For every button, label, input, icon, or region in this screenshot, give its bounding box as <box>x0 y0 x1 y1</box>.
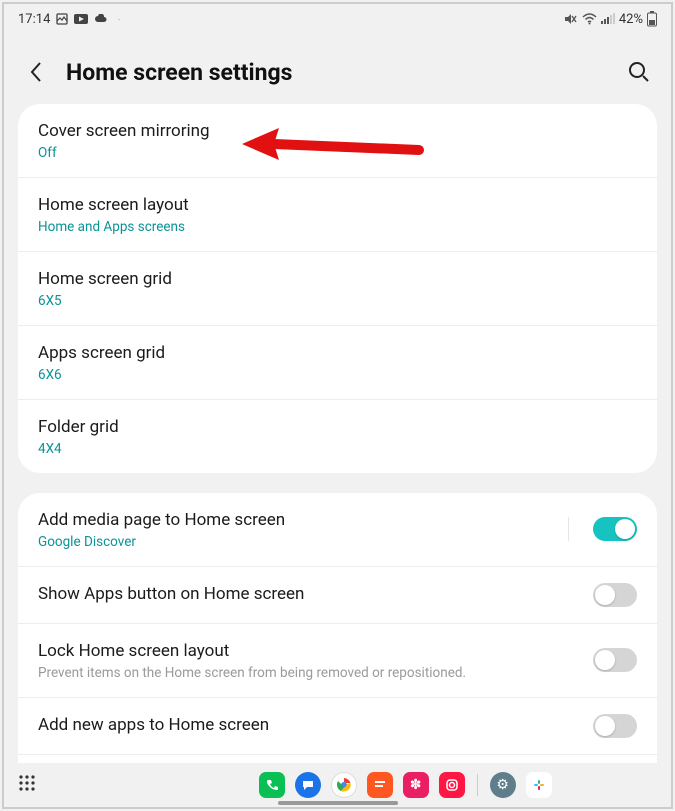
cloud-icon <box>94 14 108 24</box>
item-value: 6X5 <box>38 293 637 309</box>
apps-drawer-button[interactable] <box>18 774 36 796</box>
item-value: Home and Apps screens <box>38 219 637 235</box>
status-bar: 17:14 • 42% <box>4 4 671 34</box>
item-add-media-page[interactable]: Add media page to Home screen Google Dis… <box>18 493 657 567</box>
more-notif-icon: • <box>118 17 119 22</box>
item-title: Show Apps button on Home screen <box>38 583 583 606</box>
item-title: Apps screen grid <box>38 342 637 365</box>
settings-group-2: Add media page to Home screen Google Dis… <box>18 493 657 809</box>
battery-pct: 42% <box>619 12 643 27</box>
battery-icon <box>647 11 657 27</box>
item-title: Folder grid <box>38 416 637 439</box>
home-gesture-handle[interactable] <box>278 801 398 805</box>
item-title: Home screen grid <box>38 268 637 291</box>
page-header: Home screen settings <box>4 34 671 104</box>
item-value: 6X6 <box>38 367 637 383</box>
app-instagram-icon[interactable] <box>439 772 465 798</box>
clock: 17:14 <box>18 12 50 27</box>
toggle-add-new-apps[interactable] <box>593 714 637 738</box>
app-todoist-icon[interactable] <box>367 772 393 798</box>
item-add-new-apps[interactable]: Add new apps to Home screen <box>18 698 657 755</box>
search-icon <box>628 61 650 83</box>
item-value: Off <box>38 145 637 161</box>
wifi-icon <box>582 13 597 25</box>
settings-group-1: Cover screen mirroring Off Home screen l… <box>18 104 657 473</box>
mute-icon <box>564 13 578 25</box>
nav-separator <box>477 774 478 796</box>
youtube-icon <box>74 14 88 24</box>
toggle-show-apps[interactable] <box>593 583 637 607</box>
nav-bar: ✽ ⚙ <box>4 763 671 807</box>
item-apps-screen-grid[interactable]: Apps screen grid 6X6 <box>18 326 657 400</box>
chevron-left-icon <box>29 61 43 83</box>
apps-grid-icon <box>18 774 36 792</box>
item-title: Lock Home screen layout <box>38 640 583 663</box>
item-title: Cover screen mirroring <box>38 120 637 143</box>
item-title: Add media page to Home screen <box>38 509 564 532</box>
gallery-icon <box>56 13 68 25</box>
item-value: Google Discover <box>38 534 564 550</box>
app-photos-icon[interactable]: ✽ <box>403 772 429 798</box>
item-title: Add new apps to Home screen <box>38 714 583 737</box>
item-title: Home screen layout <box>38 194 637 217</box>
app-slack-icon[interactable] <box>526 772 552 798</box>
app-settings-icon[interactable]: ⚙ <box>490 772 516 798</box>
item-cover-screen-mirroring[interactable]: Cover screen mirroring Off <box>18 104 657 178</box>
toggle-lock-layout[interactable] <box>593 648 637 672</box>
item-show-apps-button[interactable]: Show Apps button on Home screen <box>18 567 657 624</box>
item-lock-home-layout[interactable]: Lock Home screen layout Prevent items on… <box>18 624 657 698</box>
back-button[interactable] <box>22 58 50 86</box>
app-messages-icon[interactable] <box>295 772 321 798</box>
app-chrome-icon[interactable] <box>331 772 357 798</box>
item-home-screen-grid[interactable]: Home screen grid 6X5 <box>18 252 657 326</box>
item-desc: Prevent items on the Home screen from be… <box>38 665 583 681</box>
toggle-media-page[interactable] <box>593 517 637 541</box>
page-title: Home screen settings <box>66 59 609 86</box>
toggle-separator <box>568 517 569 541</box>
item-value: 4X4 <box>38 441 637 457</box>
search-button[interactable] <box>625 58 653 86</box>
app-phone-icon[interactable] <box>259 772 285 798</box>
item-home-screen-layout[interactable]: Home screen layout Home and Apps screens <box>18 178 657 252</box>
signal-icon <box>601 13 615 25</box>
item-folder-grid[interactable]: Folder grid 4X4 <box>18 400 657 473</box>
